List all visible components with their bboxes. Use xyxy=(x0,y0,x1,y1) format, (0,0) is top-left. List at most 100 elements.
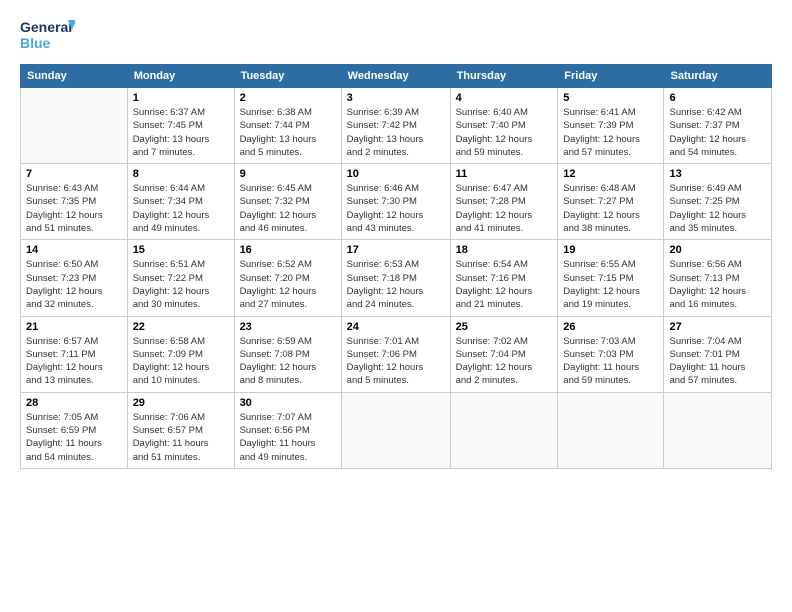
cell-daylight-info: Sunrise: 6:54 AM Sunset: 7:16 PM Dayligh… xyxy=(456,258,553,311)
cell-date-number: 26 xyxy=(563,321,658,333)
calendar-cell: 10 Sunrise: 6:46 AM Sunset: 7:30 PM Dayli… xyxy=(341,164,450,240)
logo: General Blue xyxy=(20,16,75,54)
cell-date-number: 24 xyxy=(347,321,445,333)
cell-daylight-info: Sunrise: 6:41 AM Sunset: 7:39 PM Dayligh… xyxy=(563,106,658,159)
svg-text:Blue: Blue xyxy=(20,35,51,51)
cell-daylight-info: Sunrise: 6:52 AM Sunset: 7:20 PM Dayligh… xyxy=(240,258,336,311)
calendar-cell xyxy=(21,88,128,164)
cell-date-number: 20 xyxy=(669,244,766,256)
cell-date-number: 27 xyxy=(669,321,766,333)
calendar-cell: 3 Sunrise: 6:39 AM Sunset: 7:42 PM Daylig… xyxy=(341,88,450,164)
cell-date-number: 12 xyxy=(563,168,658,180)
cell-date-number: 11 xyxy=(456,168,553,180)
cell-date-number: 1 xyxy=(133,92,229,104)
calendar-cell: 4Sunrise: 6:40 AM Sunset: 7:40 PM Daylig… xyxy=(450,88,558,164)
calendar-cell: 19Sunrise: 6:55 AM Sunset: 7:15 PM Dayli… xyxy=(558,240,664,316)
calendar-cell: 26 Sunrise: 7:03 AM Sunset: 7:03 PM Dayli… xyxy=(558,316,664,392)
calendar-cell: 1 Sunrise: 6:37 AM Sunset: 7:45 PM Daylig… xyxy=(127,88,234,164)
logo-svg: General Blue xyxy=(20,16,75,54)
cell-daylight-info: Sunrise: 6:43 AM Sunset: 7:35 PM Dayligh… xyxy=(26,182,122,235)
calendar-cell: 16 Sunrise: 6:52 AM Sunset: 7:20 PM Dayli… xyxy=(234,240,341,316)
calendar-cell: 14 Sunrise: 6:50 AM Sunset: 7:23 PM Dayli… xyxy=(21,240,128,316)
calendar-cell: 27 Sunrise: 7:04 AM Sunset: 7:01 PM Dayli… xyxy=(664,316,772,392)
calendar-cell: 24Sunrise: 7:01 AM Sunset: 7:06 PM Dayli… xyxy=(341,316,450,392)
cell-daylight-info: Sunrise: 6:38 AM Sunset: 7:44 PM Dayligh… xyxy=(240,106,336,159)
cell-daylight-info: Sunrise: 6:39 AM Sunset: 7:42 PM Dayligh… xyxy=(347,106,445,159)
calendar-cell xyxy=(341,392,450,468)
calendar-cell: 28 Sunrise: 7:05 AM Sunset: 6:59 PM Dayli… xyxy=(21,392,128,468)
cell-daylight-info: Sunrise: 7:05 AM Sunset: 6:59 PM Dayligh… xyxy=(26,411,122,464)
cell-daylight-info: Sunrise: 6:50 AM Sunset: 7:23 PM Dayligh… xyxy=(26,258,122,311)
calendar-cell: 7 Sunrise: 6:43 AM Sunset: 7:35 PM Daylig… xyxy=(21,164,128,240)
calendar-body: 1 Sunrise: 6:37 AM Sunset: 7:45 PM Daylig… xyxy=(21,88,772,469)
calendar-day-header: Saturday xyxy=(664,65,772,88)
cell-daylight-info: Sunrise: 6:42 AM Sunset: 7:37 PM Dayligh… xyxy=(669,106,766,159)
calendar-cell: 6 Sunrise: 6:42 AM Sunset: 7:37 PM Daylig… xyxy=(664,88,772,164)
cell-date-number: 29 xyxy=(133,397,229,409)
cell-date-number: 30 xyxy=(240,397,336,409)
calendar-cell: 18 Sunrise: 6:54 AM Sunset: 7:16 PM Dayli… xyxy=(450,240,558,316)
calendar-cell: 20Sunrise: 6:56 AM Sunset: 7:13 PM Dayli… xyxy=(664,240,772,316)
cell-date-number: 25 xyxy=(456,321,553,333)
cell-date-number: 3 xyxy=(347,92,445,104)
calendar-week-row: 7 Sunrise: 6:43 AM Sunset: 7:35 PM Daylig… xyxy=(21,164,772,240)
calendar-day-header: Friday xyxy=(558,65,664,88)
cell-date-number: 28 xyxy=(26,397,122,409)
cell-daylight-info: Sunrise: 6:51 AM Sunset: 7:22 PM Dayligh… xyxy=(133,258,229,311)
calendar-table: SundayMondayTuesdayWednesdayThursdayFrid… xyxy=(20,64,772,469)
cell-daylight-info: Sunrise: 7:03 AM Sunset: 7:03 PM Dayligh… xyxy=(563,335,658,388)
calendar-cell: 2Sunrise: 6:38 AM Sunset: 7:44 PM Daylig… xyxy=(234,88,341,164)
calendar-cell xyxy=(664,392,772,468)
cell-daylight-info: Sunrise: 6:57 AM Sunset: 7:11 PM Dayligh… xyxy=(26,335,122,388)
calendar-week-row: 28 Sunrise: 7:05 AM Sunset: 6:59 PM Dayli… xyxy=(21,392,772,468)
calendar-cell: 13 Sunrise: 6:49 AM Sunset: 7:25 PM Dayli… xyxy=(664,164,772,240)
calendar-week-row: 21 Sunrise: 6:57 AM Sunset: 7:11 PM Dayli… xyxy=(21,316,772,392)
cell-daylight-info: Sunrise: 7:06 AM Sunset: 6:57 PM Dayligh… xyxy=(133,411,229,464)
cell-date-number: 13 xyxy=(669,168,766,180)
calendar-day-header: Wednesday xyxy=(341,65,450,88)
cell-date-number: 7 xyxy=(26,168,122,180)
calendar-cell: 5Sunrise: 6:41 AM Sunset: 7:39 PM Daylig… xyxy=(558,88,664,164)
cell-date-number: 10 xyxy=(347,168,445,180)
calendar-cell: 25 Sunrise: 7:02 AM Sunset: 7:04 PM Dayli… xyxy=(450,316,558,392)
page-header: General Blue xyxy=(20,16,772,54)
cell-date-number: 6 xyxy=(669,92,766,104)
cell-date-number: 15 xyxy=(133,244,229,256)
calendar-day-header: Thursday xyxy=(450,65,558,88)
cell-date-number: 9 xyxy=(240,168,336,180)
calendar-cell: 21 Sunrise: 6:57 AM Sunset: 7:11 PM Dayli… xyxy=(21,316,128,392)
cell-date-number: 23 xyxy=(240,321,336,333)
calendar-cell: 29 Sunrise: 7:06 AM Sunset: 6:57 PM Dayli… xyxy=(127,392,234,468)
cell-daylight-info: Sunrise: 6:58 AM Sunset: 7:09 PM Dayligh… xyxy=(133,335,229,388)
cell-daylight-info: Sunrise: 6:47 AM Sunset: 7:28 PM Dayligh… xyxy=(456,182,553,235)
cell-date-number: 8 xyxy=(133,168,229,180)
calendar-cell: 11 Sunrise: 6:47 AM Sunset: 7:28 PM Dayli… xyxy=(450,164,558,240)
cell-daylight-info: Sunrise: 7:07 AM Sunset: 6:56 PM Dayligh… xyxy=(240,411,336,464)
cell-daylight-info: Sunrise: 6:53 AM Sunset: 7:18 PM Dayligh… xyxy=(347,258,445,311)
cell-daylight-info: Sunrise: 6:48 AM Sunset: 7:27 PM Dayligh… xyxy=(563,182,658,235)
calendar-cell: 12 Sunrise: 6:48 AM Sunset: 7:27 PM Dayli… xyxy=(558,164,664,240)
calendar-cell: 22Sunrise: 6:58 AM Sunset: 7:09 PM Dayli… xyxy=(127,316,234,392)
cell-daylight-info: Sunrise: 7:02 AM Sunset: 7:04 PM Dayligh… xyxy=(456,335,553,388)
cell-daylight-info: Sunrise: 6:46 AM Sunset: 7:30 PM Dayligh… xyxy=(347,182,445,235)
cell-daylight-info: Sunrise: 6:55 AM Sunset: 7:15 PM Dayligh… xyxy=(563,258,658,311)
calendar-cell: 9 Sunrise: 6:45 AM Sunset: 7:32 PM Daylig… xyxy=(234,164,341,240)
cell-date-number: 14 xyxy=(26,244,122,256)
cell-daylight-info: Sunrise: 6:49 AM Sunset: 7:25 PM Dayligh… xyxy=(669,182,766,235)
calendar-header-row: SundayMondayTuesdayWednesdayThursdayFrid… xyxy=(21,65,772,88)
calendar-day-header: Tuesday xyxy=(234,65,341,88)
calendar-week-row: 14 Sunrise: 6:50 AM Sunset: 7:23 PM Dayli… xyxy=(21,240,772,316)
calendar-cell xyxy=(450,392,558,468)
calendar-cell: 23 Sunrise: 6:59 AM Sunset: 7:08 PM Dayli… xyxy=(234,316,341,392)
cell-daylight-info: Sunrise: 6:59 AM Sunset: 7:08 PM Dayligh… xyxy=(240,335,336,388)
calendar-week-row: 1 Sunrise: 6:37 AM Sunset: 7:45 PM Daylig… xyxy=(21,88,772,164)
cell-date-number: 16 xyxy=(240,244,336,256)
cell-daylight-info: Sunrise: 6:37 AM Sunset: 7:45 PM Dayligh… xyxy=(133,106,229,159)
cell-daylight-info: Sunrise: 6:45 AM Sunset: 7:32 PM Dayligh… xyxy=(240,182,336,235)
calendar-cell: 17Sunrise: 6:53 AM Sunset: 7:18 PM Dayli… xyxy=(341,240,450,316)
cell-daylight-info: Sunrise: 7:04 AM Sunset: 7:01 PM Dayligh… xyxy=(669,335,766,388)
cell-date-number: 4 xyxy=(456,92,553,104)
calendar-cell: 30 Sunrise: 7:07 AM Sunset: 6:56 PM Dayli… xyxy=(234,392,341,468)
cell-date-number: 18 xyxy=(456,244,553,256)
cell-date-number: 21 xyxy=(26,321,122,333)
